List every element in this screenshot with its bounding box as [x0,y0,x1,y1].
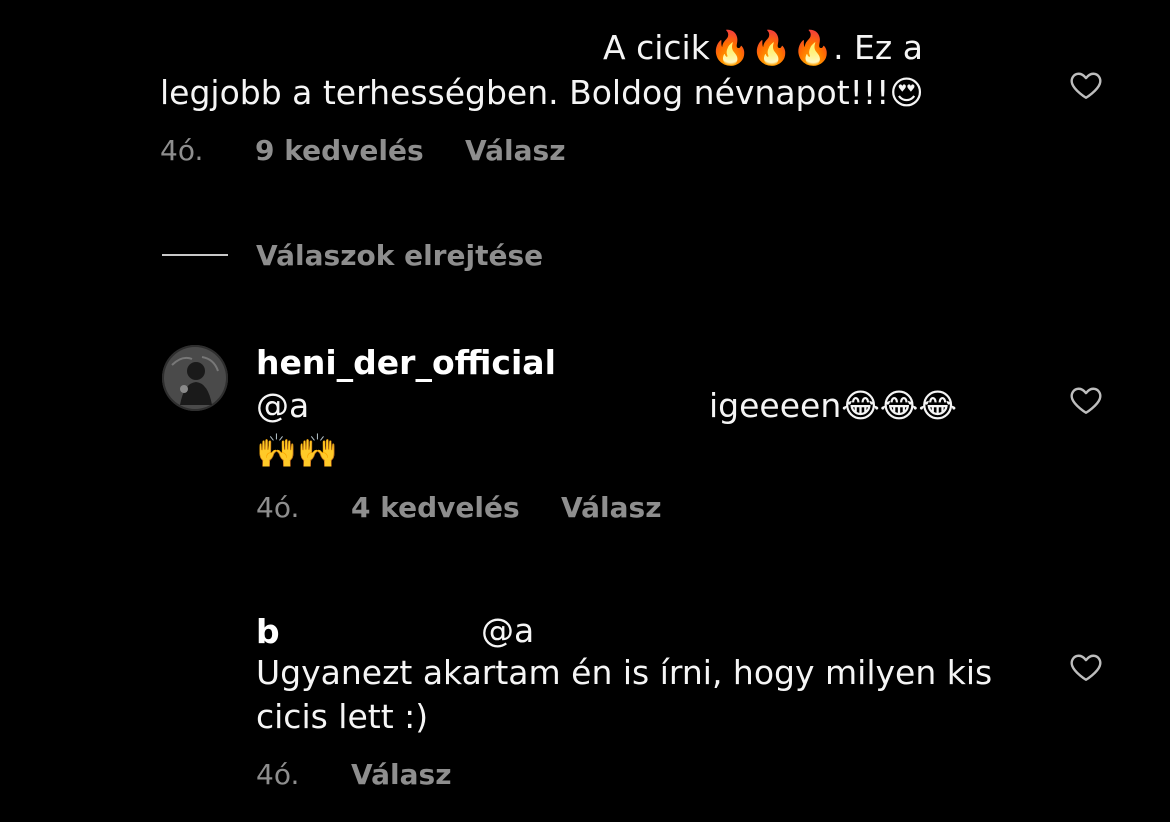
reply-mention[interactable]: @a [256,384,309,428]
reply-text-line2: cicis lett :) [256,697,429,736]
replies-divider [162,254,228,256]
reply-text-line2: 🙌🙌 [256,431,339,470]
reply-time: 4ó. [256,758,300,791]
comment-time: 4ó. [160,134,204,167]
reply-username[interactable]: heni_der_official [256,343,556,383]
reply-text-line1: Ugyanezt akartam én is írni, hogy milyen… [256,653,993,692]
heart-outline-icon[interactable] [1067,649,1105,685]
heart-outline-icon[interactable] [1067,382,1105,418]
reply-button[interactable]: Válasz [351,758,452,792]
reply-button[interactable]: Válasz [465,134,566,168]
hide-replies-button[interactable]: Válaszok elrejtése [256,239,543,273]
heart-outline-icon[interactable] [1067,67,1105,103]
reply-text-line1: igeeeen😂😂😂 [709,386,957,425]
comment-text-line2: legjobb a terhességben. Boldog névnapot!… [160,73,924,112]
reply-likes[interactable]: 4 kedvelés [351,491,520,525]
comment-likes[interactable]: 9 kedvelés [255,134,424,168]
reply-mention[interactable]: @a [481,609,534,653]
reply-button[interactable]: Válasz [561,491,662,525]
profile-avatar[interactable] [162,345,228,411]
reply-username[interactable]: b [256,612,280,652]
reply-time: 4ó. [256,491,300,524]
comment-text-line1: A cicik🔥🔥🔥. Ez a [603,28,923,67]
comments-screen: A cicik🔥🔥🔥. Ez a legjobb a terhességben.… [0,0,1170,822]
